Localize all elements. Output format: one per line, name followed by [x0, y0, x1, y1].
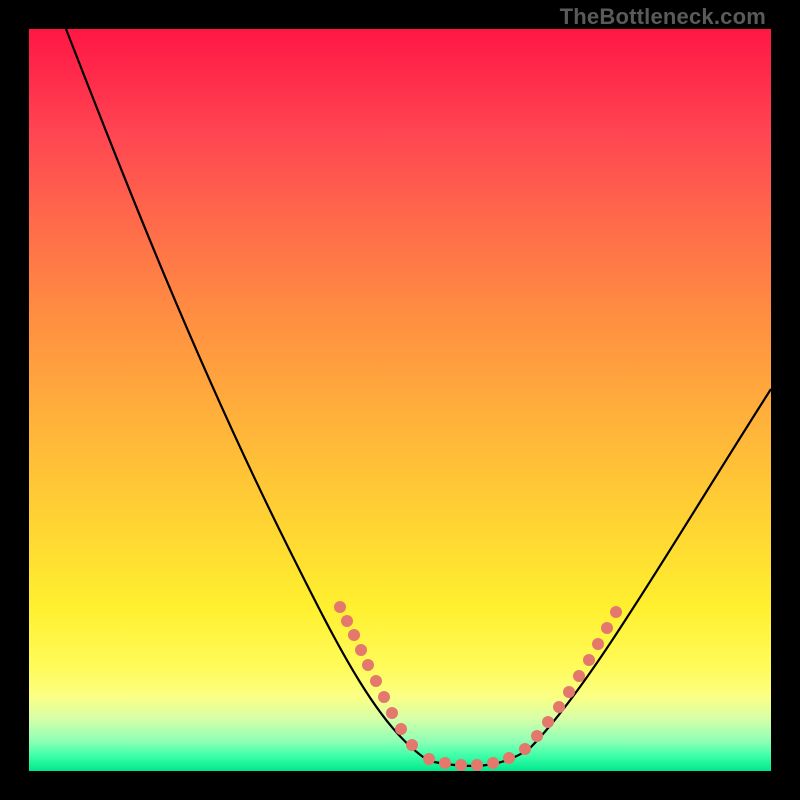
curve-path — [66, 29, 771, 766]
marker-dots-right — [519, 606, 622, 755]
bottleneck-curve — [29, 29, 771, 771]
plot-area — [29, 29, 771, 771]
marker-dots-left — [334, 601, 418, 751]
attribution-label: TheBottleneck.com — [560, 4, 766, 30]
